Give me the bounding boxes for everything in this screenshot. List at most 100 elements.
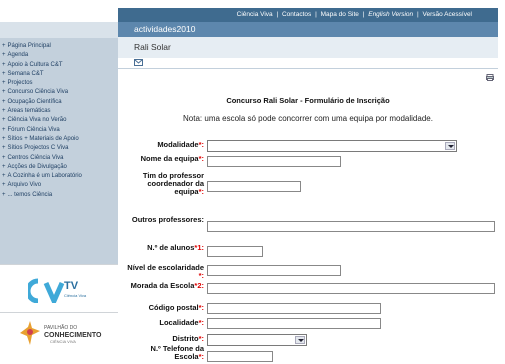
- sidebar-item-label: Sítios + Materiais de Apoio: [7, 135, 79, 142]
- sidebar-item-forum[interactable]: + Fórum Ciência Viva: [2, 126, 118, 135]
- sidebar-item-label: Áreas temáticas: [7, 108, 51, 115]
- codigo-postal-input[interactable]: [207, 303, 381, 314]
- scroll-edge: [499, 58, 505, 364]
- email-icon[interactable]: [134, 59, 143, 66]
- modalidade-select[interactable]: [207, 140, 457, 152]
- nome-equipa-input[interactable]: [207, 156, 341, 167]
- pavilhao-conhecimento-logo[interactable]: PAVILHÃO DO CONHECIMENTO CIÊNCIA VIVA: [0, 312, 118, 352]
- separator: |: [362, 11, 365, 18]
- sidebar-item-label: Ocupação Científica: [7, 98, 62, 105]
- distrito-select[interactable]: [207, 334, 307, 346]
- sidebar-item-cozinha[interactable]: + A Cozinha é um Laboratório: [2, 172, 118, 181]
- bullet-icon: +: [2, 154, 6, 161]
- bullet-icon: +: [2, 80, 6, 87]
- sidebar-item-label: Apoio à Cultura C&T: [7, 61, 63, 68]
- nivel-escolaridade-input[interactable]: [207, 265, 341, 276]
- sidebar-item-label: Semana C&T: [7, 70, 44, 77]
- top-links: Ciência Viva | Contactos | Mapa do Site …: [118, 8, 498, 22]
- bullet-icon: +: [2, 135, 6, 142]
- bullet-icon: +: [2, 182, 6, 189]
- link-ciencia-viva[interactable]: Ciência Viva: [237, 11, 273, 18]
- svg-text:TV: TV: [64, 280, 79, 292]
- sidebar-item-label: Centros Ciência Viva: [7, 154, 64, 161]
- telefone-input[interactable]: [207, 351, 273, 362]
- link-contactos[interactable]: Contactos: [282, 11, 311, 18]
- sidebar-item-sitios-projectos[interactable]: + Sítios Projectos C Viva: [2, 144, 118, 153]
- sidebar-item-projectos[interactable]: + Projectos: [2, 79, 118, 88]
- ciencia-viva-logo-icon: TV Ciência Viva: [28, 278, 87, 303]
- form-note: Nota: uma escola só pode concorrer com u…: [183, 114, 433, 123]
- sidebar-item-temos-ciencia[interactable]: +... temos Ciência: [2, 191, 118, 200]
- sidebar-item-concurso[interactable]: + Concurso Ciência Viva: [2, 88, 118, 97]
- sidebar-item-label: Concurso Ciência Viva: [7, 89, 69, 96]
- morada-escola-input[interactable]: [207, 283, 495, 294]
- localidade-input[interactable]: [207, 318, 381, 329]
- svg-text:CONHECIMENTO: CONHECIMENTO: [44, 332, 102, 339]
- link-mapa-site[interactable]: Mapa do Site: [321, 11, 359, 18]
- chevron-down-icon[interactable]: [445, 142, 455, 150]
- sidebar-item-label: ... temos Ciência: [7, 191, 53, 198]
- chevron-down-icon[interactable]: [295, 336, 305, 344]
- separator: |: [416, 11, 419, 18]
- sidebar-item-accoes[interactable]: + Acções de Divulgação: [2, 163, 118, 172]
- ciencia-viva-logo[interactable]: TV Ciência Viva: [0, 264, 118, 312]
- sidebar-item-semana-ct[interactable]: + Semana C&T: [2, 70, 118, 79]
- bullet-icon: +: [2, 89, 6, 96]
- sidebar-item-sitios-materiais[interactable]: + Sítios + Materiais de Apoio: [2, 135, 118, 144]
- bullet-icon: +: [2, 70, 6, 77]
- sidebar: + Página Principal + Agenda + Apoio à Cultu…: [0, 22, 118, 352]
- sidebar-item-verao[interactable]: + Ciência Viva no Verão: [2, 116, 118, 125]
- sidebar-nav: + Página Principal + Agenda + Apoio à Cultu…: [2, 42, 118, 200]
- sidebar-item-ocupacao[interactable]: + Ocupação Científica: [2, 98, 118, 107]
- sidebar-item-label: Acções de Divulgação: [7, 163, 67, 170]
- svg-text:PAVILHÃO DO: PAVILHÃO DO: [44, 324, 77, 331]
- modalidade-label: Modalidade*:: [157, 140, 204, 149]
- nivel-escolaridade-label: Nível de escolaridade *:: [127, 263, 204, 280]
- sidebar-item-centros[interactable]: + Centros Ciência Viva: [2, 154, 118, 163]
- svg-text:Ciência Viva: Ciência Viva: [64, 293, 87, 298]
- sidebar-item-agenda[interactable]: + Agenda: [2, 51, 118, 60]
- nome-equipa-label: Nome da equipa*:: [140, 154, 204, 163]
- sidebar-header: [0, 22, 118, 38]
- bullet-icon: +: [2, 108, 6, 115]
- tim-professor-label: Tim do professor coordenador da equipa*:: [142, 171, 204, 196]
- page-header: Rali Solar: [118, 37, 498, 58]
- bullet-icon: +: [2, 126, 6, 133]
- sidebar-item-arquivo[interactable]: + Arquivo Vivo: [2, 181, 118, 190]
- codigo-postal-label: Código postal*:: [148, 303, 204, 312]
- bullet-icon: +: [2, 117, 6, 124]
- bullet-icon: +: [2, 52, 6, 59]
- bullet-icon: +: [2, 61, 6, 68]
- sidebar-item-label: Arquivo Vivo: [7, 182, 42, 189]
- sidebar-item-label: A Cozinha é um Laboratório: [7, 173, 82, 180]
- sidebar-item-label: Sítios Projectos C Viva: [7, 145, 69, 152]
- tim-professor-input[interactable]: [207, 181, 301, 192]
- num-alunos-label: N.º de alunos*1:: [147, 243, 204, 252]
- bullet-icon: +: [2, 191, 6, 198]
- sidebar-item-label: Fórum Ciência Viva: [7, 126, 60, 133]
- sidebar-item-label: Ciência Viva no Verão: [7, 117, 67, 124]
- sidebar-item-areas[interactable]: + Áreas temáticas: [2, 107, 118, 116]
- divider: [118, 68, 498, 69]
- localidade-label: Localidade*:: [159, 318, 204, 327]
- sidebar-item-pagina-principal[interactable]: + Página Principal: [2, 42, 118, 51]
- morada-escola-label: Morada da Escola*2:: [130, 281, 204, 290]
- pavilhao-conhecimento-logo-icon: PAVILHÃO DO CONHECIMENTO CIÊNCIA VIVA: [20, 321, 102, 345]
- link-english-version[interactable]: English Version: [368, 11, 413, 18]
- num-alunos-input[interactable]: [207, 246, 263, 257]
- telefone-label: N.º Telefone da Escola*:: [150, 344, 204, 361]
- separator: |: [315, 11, 317, 18]
- page-title: Rali Solar: [134, 42, 171, 52]
- separator: |: [276, 11, 279, 18]
- sidebar-item-label: Projectos: [7, 80, 33, 87]
- sidebar-item-label: Página Principal: [7, 43, 51, 49]
- bullet-icon: +: [2, 98, 6, 105]
- link-versao-acessivel[interactable]: Versão Acessível: [423, 11, 473, 18]
- outros-professores-input[interactable]: [207, 221, 495, 232]
- outros-professores-label: Outros professores:: [131, 215, 204, 224]
- section-title: actividades2010: [118, 22, 498, 37]
- sidebar-item-apoio-cultura[interactable]: + Apoio à Cultura C&T: [2, 61, 118, 70]
- form-title: Concurso Rali Solar - Formulário de Insc…: [226, 96, 390, 105]
- print-icon[interactable]: [486, 74, 494, 81]
- top-bar: Ciência Viva | Contactos | Mapa do Site …: [0, 0, 505, 22]
